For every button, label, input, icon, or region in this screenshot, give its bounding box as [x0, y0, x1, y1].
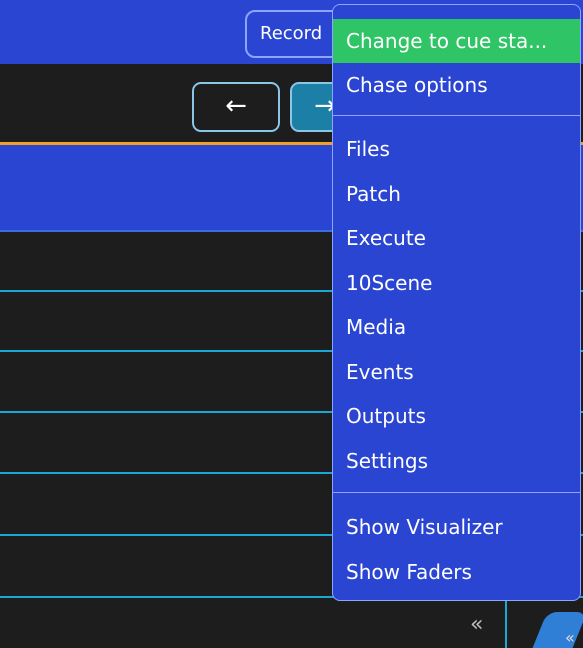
menu-separator — [333, 492, 580, 493]
menu-item-show-visualizer[interactable]: Show Visualizer — [333, 505, 580, 549]
menu-item-change-to-cue-stack[interactable]: Change to cue sta... — [333, 19, 580, 63]
menu-separator — [333, 115, 580, 116]
menu-item-show-faders[interactable]: Show Faders — [333, 550, 580, 594]
menu-item-media[interactable]: Media — [333, 305, 580, 349]
menu-item-files[interactable]: Files — [333, 127, 580, 171]
double-chevron-left-icon[interactable]: « — [565, 628, 575, 647]
arrow-left-icon: ← — [225, 91, 247, 121]
double-chevron-left-icon[interactable]: « — [470, 612, 483, 637]
menu-item-chase-options[interactable]: Chase options — [333, 63, 580, 107]
context-menu: Change to cue sta... Chase options Files… — [332, 4, 581, 601]
menu-item-patch[interactable]: Patch — [333, 172, 580, 216]
menu-item-events[interactable]: Events — [333, 350, 580, 394]
menu-item-10scene[interactable]: 10Scene — [333, 261, 580, 305]
visualizer-thumbnail[interactable]: « — [505, 600, 583, 648]
menu-item-execute[interactable]: Execute — [333, 216, 580, 260]
previous-button[interactable]: ← — [192, 82, 280, 132]
menu-item-settings[interactable]: Settings — [333, 439, 580, 483]
menu-item-outputs[interactable]: Outputs — [333, 394, 580, 438]
